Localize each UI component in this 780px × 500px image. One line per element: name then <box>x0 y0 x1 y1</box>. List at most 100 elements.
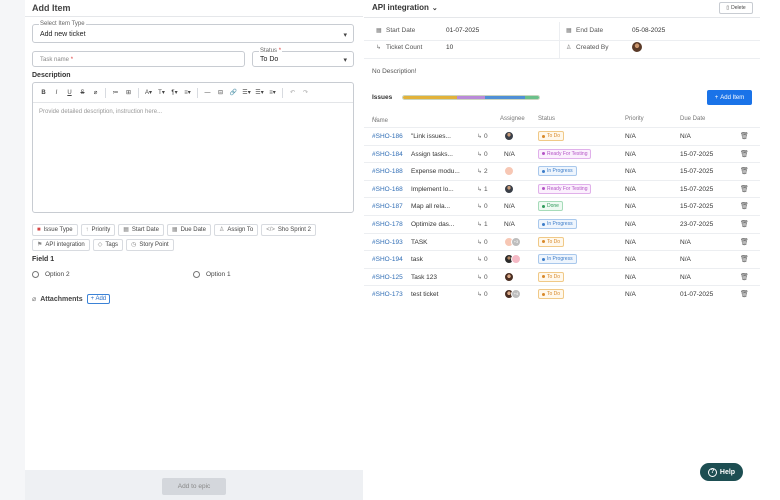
font-size-button[interactable]: T▾ <box>156 83 167 103</box>
trash-icon[interactable]: 🗑 <box>740 220 749 228</box>
bold-button[interactable]: B <box>38 83 49 103</box>
ticket-title[interactable]: Implement lo... <box>411 186 454 193</box>
status-badge[interactable]: To Do <box>538 131 565 141</box>
status-badge[interactable]: To Do <box>538 289 565 300</box>
status-badge[interactable]: Ready For Testing <box>538 183 592 194</box>
ticket-id[interactable]: #SHO-186 <box>372 133 403 140</box>
assignee[interactable] <box>504 131 514 141</box>
table-row[interactable]: #SHO-125 Task 123 ↳ 0 To Do N/A N/A 🗑 <box>364 267 760 286</box>
table-row[interactable]: #SHO-178 Optimize das... ↳ 1 N/A In Progr… <box>364 215 760 233</box>
assign-to-chip[interactable]: ♙ Assign To <box>213 224 259 236</box>
assignee[interactable] <box>504 183 514 194</box>
trash-icon[interactable]: 🗑 <box>740 273 749 281</box>
clear-format-button[interactable]: ⌀ <box>90 83 101 103</box>
font-color-button[interactable]: A▾ <box>143 83 154 103</box>
ticket-title[interactable]: "Link issues... <box>411 133 451 140</box>
bullet-list-button[interactable]: ☰▾ <box>241 83 252 103</box>
priority-chip[interactable]: ↑ Priority <box>80 224 116 236</box>
assignee[interactable]: N/A <box>504 201 515 210</box>
list-button[interactable]: ≔ <box>110 83 121 103</box>
ticket-id[interactable]: #SHO-125 <box>372 274 403 281</box>
numbered-list-button[interactable]: ☰▾ <box>254 83 265 103</box>
start-date-chip[interactable]: ▦ Start Date <box>118 224 164 236</box>
link-icon[interactable]: 🔗 <box>228 83 239 103</box>
ticket-title[interactable]: Expense modu... <box>411 168 460 175</box>
ticket-id[interactable]: #SHO-188 <box>372 168 403 175</box>
redo-icon[interactable]: ↷ <box>300 83 311 103</box>
trash-icon[interactable]: 🗑 <box>740 132 749 140</box>
trash-icon[interactable]: 🗑 <box>740 185 749 193</box>
table-row[interactable]: #SHO-186 "Link issues... ↳ 0 To Do N/A N/… <box>364 127 760 145</box>
ticket-title[interactable]: TASK <box>411 239 428 246</box>
ticket-title[interactable]: Task 123 <box>411 274 437 281</box>
strikethrough-button[interactable]: S <box>77 83 88 103</box>
assignee[interactable] <box>504 271 514 282</box>
epic-chip[interactable]: ⚑ API integration <box>32 239 90 251</box>
epic-title-dropdown[interactable]: API integration ⌄ <box>372 3 438 12</box>
undo-icon[interactable]: ↶ <box>287 83 298 103</box>
status-badge[interactable]: To Do <box>538 271 565 282</box>
status-dropdown[interactable]: Status * To Do ▾ <box>252 48 354 67</box>
trash-icon[interactable]: 🗑 <box>740 202 749 210</box>
add-to-epic-button[interactable]: Add to epic <box>162 478 226 495</box>
table-row[interactable]: #SHO-168 Implement lo... ↳ 1 Ready For Te… <box>364 179 760 198</box>
status-badge[interactable]: Done <box>538 201 563 212</box>
ticket-id[interactable]: #SHO-168 <box>372 186 403 193</box>
creator-avatar[interactable] <box>632 42 642 54</box>
trash-icon[interactable]: 🗑 <box>740 150 749 158</box>
assignee[interactable]: +3 <box>504 236 521 247</box>
trash-icon[interactable]: 🗑 <box>740 238 749 246</box>
table-row[interactable]: #SHO-193 TASK ↳ 0 +3 To Do N/A N/A 🗑 <box>364 232 760 251</box>
sprint-chip[interactable]: </> Sho Sprint 2 <box>261 224 316 236</box>
align-button[interactable]: ≡▾ <box>182 83 193 103</box>
ticket-title[interactable]: Assign tasks... <box>411 151 453 158</box>
indent-button[interactable]: ≡▾ <box>267 83 278 103</box>
delete-button[interactable]: ▯ Delete <box>719 2 753 14</box>
status-badge[interactable]: In Progress <box>538 254 577 265</box>
story-point-chip[interactable]: ◷ Story Point <box>126 239 174 251</box>
ticket-id[interactable]: #SHO-187 <box>372 203 403 210</box>
assignee[interactable]: N/A <box>504 219 515 228</box>
underline-button[interactable]: U <box>64 83 75 103</box>
assignee[interactable]: N/A <box>504 149 515 158</box>
radio-circle[interactable] <box>32 271 39 278</box>
insert-table-button[interactable]: ⊟ <box>215 83 226 103</box>
description-editor[interactable]: B I U S ⌀ ≔ ⊞ A▾ T▾ ¶▾ ≡▾ — ⊟ 🔗 ☰▾ ☰▾ ≡▾… <box>32 82 354 213</box>
assignee[interactable] <box>504 254 521 265</box>
assignee[interactable]: +4 <box>504 289 521 300</box>
ticket-title[interactable]: test ticket <box>411 291 438 298</box>
trash-icon[interactable]: 🗑 <box>740 255 749 263</box>
add-attachment-button[interactable]: + Add <box>86 294 111 304</box>
status-badge[interactable]: In Progress <box>538 166 577 177</box>
ticket-id[interactable]: #SHO-193 <box>372 239 403 246</box>
status-badge[interactable]: Ready For Testing <box>538 148 592 159</box>
table-row[interactable]: #SHO-173 test ticket ↳ 0 +4 To Do N/A 01-… <box>364 285 760 303</box>
table-row[interactable]: #SHO-187 Map all rela... ↳ 0 N/A Done N/A… <box>364 197 760 215</box>
trash-icon[interactable]: 🗑 <box>740 290 749 298</box>
ticket-title[interactable]: Optimize das... <box>411 221 454 228</box>
add-item-button[interactable]: + Add Item <box>707 90 752 105</box>
ticket-id[interactable]: #SHO-173 <box>372 291 403 298</box>
ticket-id[interactable]: #SHO-184 <box>372 151 403 158</box>
select-item-type-dropdown[interactable]: Select Item Type Add new ticket ▾ <box>32 21 354 43</box>
table-row[interactable]: #SHO-188 Expense modu... ↳ 2 In Progress … <box>364 162 760 180</box>
ticket-id[interactable]: #SHO-194 <box>372 256 403 263</box>
table-row[interactable]: #SHO-194 task ↳ 0 In Progress N/A N/A 🗑 <box>364 250 760 268</box>
assignee[interactable] <box>504 166 514 177</box>
italic-button[interactable]: I <box>51 83 62 103</box>
status-badge[interactable]: In Progress <box>538 219 577 229</box>
ticket-title[interactable]: Map all rela... <box>411 203 450 210</box>
paragraph-button[interactable]: ¶▾ <box>169 83 180 103</box>
horizontal-rule-button[interactable]: — <box>202 83 213 103</box>
option-1-radio[interactable]: Option 1 <box>193 271 231 278</box>
ticket-id[interactable]: #SHO-178 <box>372 221 403 228</box>
column-name[interactable]: Name ↑↓ <box>372 116 388 124</box>
table-row[interactable]: #SHO-184 Assign tasks... ↳ 0 N/A Ready Fo… <box>364 144 760 163</box>
tags-chip[interactable]: ◇ Tags <box>92 239 124 251</box>
help-button[interactable]: ? Help <box>700 463 743 481</box>
option-2-radio[interactable]: Option 2 <box>32 271 70 278</box>
task-name-input[interactable]: Task name * <box>32 51 245 67</box>
ticket-title[interactable]: task <box>411 256 423 263</box>
trash-icon[interactable]: 🗑 <box>740 167 749 175</box>
issue-type-chip[interactable]: ■ Issue Type <box>32 224 78 236</box>
